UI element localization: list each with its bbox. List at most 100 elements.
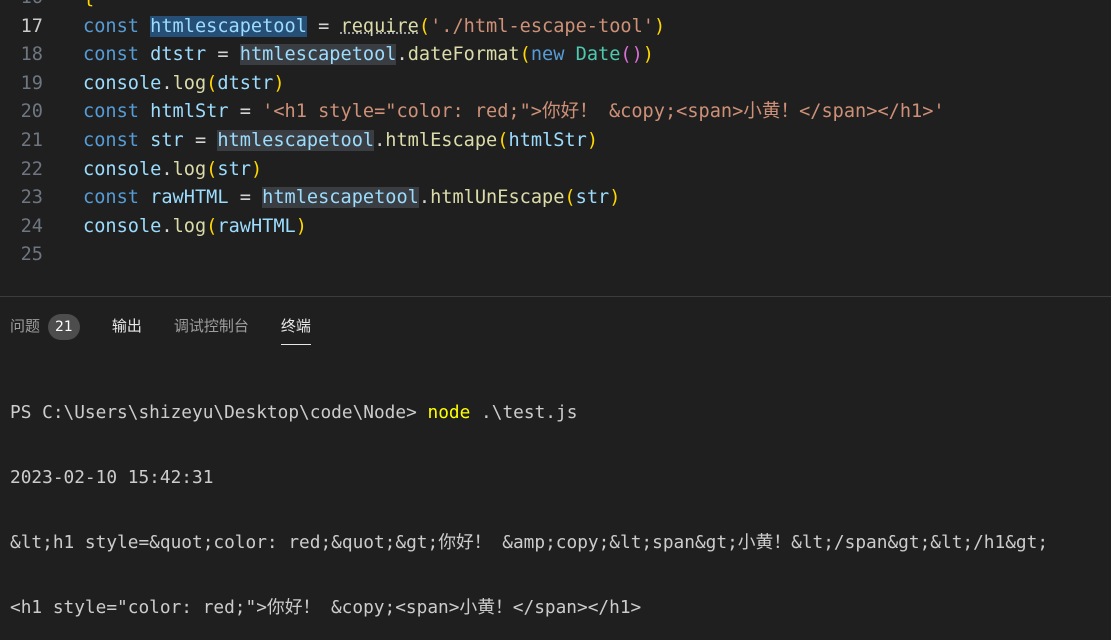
code-line[interactable]: 20 const htmlStr = '<h1 style="color: red…	[0, 98, 1111, 126]
code-token: str	[575, 187, 610, 209]
line-number: 18	[20, 44, 43, 66]
tab-problems-label: 问题	[10, 317, 41, 335]
code-token: log	[172, 72, 207, 94]
code-token: rawHTML	[217, 215, 296, 237]
code-line[interactable]: 22 console.log(str)	[0, 156, 1111, 184]
code-token: .	[161, 72, 173, 94]
code-line[interactable]: 21 const str = htmlescapetool.htmlEscape(…	[0, 127, 1111, 155]
code-token: htmlescapetool	[217, 130, 375, 151]
code-token: dateFormat	[407, 44, 520, 66]
line-number: 25	[20, 244, 43, 266]
code-token: =	[183, 130, 218, 151]
code-token: ()	[620, 44, 643, 66]
code-text: const htmlescapetool = require('./html-e…	[83, 13, 665, 41]
code-token: )	[609, 187, 621, 209]
panel-tabs: 问题 21 输出 调试控制台 终端	[10, 312, 343, 345]
code-text: {	[83, 0, 94, 12]
code-token: =	[206, 44, 240, 66]
code-text: const rawHTML = htmlescapetool.htmlUnEsc…	[83, 184, 620, 212]
code-token: './html-escape-tool'	[430, 15, 654, 37]
code-token: str	[150, 130, 184, 151]
code-token: )	[586, 130, 599, 151]
code-line[interactable]: 18 const dtstr = htmlescapetool.dateForma…	[0, 41, 1111, 69]
code-token: str	[217, 158, 251, 180]
line-number: 23	[20, 187, 43, 209]
line-number: 22	[20, 158, 43, 180]
code-token: const	[83, 130, 151, 151]
code-token: =	[306, 15, 341, 37]
terminal-command: node	[427, 402, 471, 423]
code-token: )	[642, 44, 654, 66]
code-token: .	[374, 130, 386, 151]
terminal-args: .\test.js	[470, 402, 578, 423]
terminal-line: <h1 style="color: red;">你好！ &copy;<span>…	[10, 597, 642, 618]
code-line[interactable]: 17 const htmlescapetool = require('./html…	[0, 13, 1111, 41]
code-text: console.log(rawHTML)	[83, 213, 307, 241]
problems-count-badge: 21	[48, 314, 80, 340]
code-token: dtstr	[150, 44, 207, 66]
code-token: .	[161, 158, 173, 180]
code-line[interactable]: 16 {	[0, 0, 1111, 12]
code-token: htmlStr	[150, 101, 229, 123]
panel-divider[interactable]	[0, 296, 1111, 297]
code-line[interactable]: 25	[0, 241, 1111, 269]
code-token: (	[519, 44, 531, 66]
terminal-prompt: PS C:\Users\shizeyu\Desktop\code\Node>	[10, 402, 428, 423]
tab-output[interactable]: 输出	[112, 312, 142, 340]
code-token: rawHTML	[150, 187, 229, 209]
code-line[interactable]: 23 const rawHTML = htmlescapetool.htmlUnE…	[0, 184, 1111, 212]
tab-problems[interactable]: 问题 21	[10, 312, 80, 340]
code-token: '<h1 style="color: red;">你好！ &copy;<span…	[262, 101, 945, 123]
code-token: .	[418, 187, 431, 209]
line-number: 19	[20, 72, 43, 94]
tab-terminal[interactable]: 终端	[280, 312, 311, 345]
code-text: console.log(str)	[83, 156, 262, 184]
code-token: (	[206, 158, 218, 180]
code-text: const str = htmlescapetool.htmlEscape(ht…	[83, 127, 598, 155]
code-token: =	[228, 187, 263, 209]
code-token: dtstr	[217, 72, 274, 94]
terminal-command-line: PS C:\Users\shizeyu\Desktop\code\Node> n…	[10, 401, 1048, 424]
terminal-line: 2023-02-10 15:42:31	[10, 467, 214, 488]
code-token: require	[340, 15, 419, 37]
code-line[interactable]: 24 console.log(rawHTML)	[0, 213, 1111, 241]
code-token: new	[530, 44, 576, 66]
code-token: .	[396, 44, 408, 66]
code-token: htmlescapetool	[150, 15, 307, 37]
code-token: (	[206, 72, 218, 94]
terminal-output[interactable]: PS C:\Users\shizeyu\Desktop\code\Node> n…	[10, 359, 1048, 640]
code-token: htmlescapetool	[262, 187, 419, 209]
code-token: (	[497, 130, 509, 151]
code-token: console	[83, 72, 162, 94]
code-token: htmlUnEscape	[430, 187, 565, 209]
code-token: )	[653, 15, 666, 37]
code-token: )	[273, 72, 285, 94]
code-text: console.log(dtstr)	[83, 70, 285, 98]
code-token: =	[228, 101, 263, 123]
code-text: const htmlStr = '<h1 style="color: red;"…	[83, 98, 945, 126]
code-token: htmlEscape	[385, 130, 498, 151]
terminal-line: &lt;h1 style=&quot;color: red;&quot;&gt;…	[10, 532, 1049, 553]
code-token: log	[172, 158, 207, 180]
code-token: const	[83, 101, 151, 123]
code-token: htmlescapetool	[239, 44, 397, 66]
code-token: htmlStr	[508, 130, 587, 151]
code-token: (	[418, 15, 431, 37]
code-token: log	[172, 215, 207, 237]
code-text: const dtstr = htmlescapetool.dateFormat(…	[83, 41, 654, 69]
code-token: {	[83, 0, 94, 8]
code-token: )	[295, 215, 307, 237]
code-token: const	[83, 15, 151, 37]
code-editor[interactable]: 16{17const htmlescapetool = require('./h…	[0, 0, 1111, 296]
code-token: (	[206, 215, 218, 237]
code-line[interactable]: 19 console.log(dtstr)	[0, 70, 1111, 98]
code-token: const	[83, 44, 151, 66]
line-number: 21	[20, 130, 43, 151]
line-number: 17	[20, 15, 43, 37]
code-token: )	[250, 158, 263, 180]
tab-debug-console[interactable]: 调试控制台	[174, 312, 249, 340]
code-token: const	[83, 187, 151, 209]
code-token: (	[564, 187, 576, 209]
line-number: 16	[0, 0, 43, 12]
code-token: console	[83, 215, 162, 237]
